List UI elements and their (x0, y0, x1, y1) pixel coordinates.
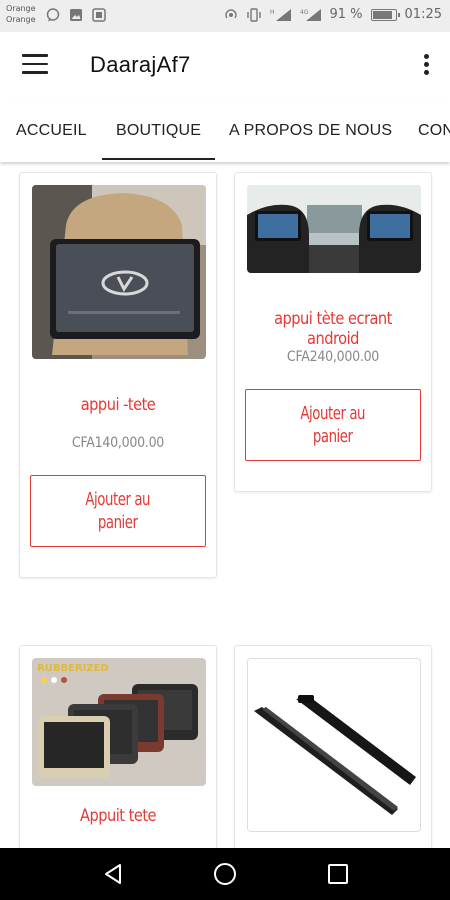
system-nav-bar (0, 848, 450, 900)
product-name[interactable]: Appuit tete (34, 806, 203, 826)
recents-square-icon[interactable] (326, 862, 350, 886)
status-bar: Orange Orange H 4G 91 % 01:25 (0, 0, 450, 32)
product-image-headrest[interactable] (32, 185, 206, 359)
add-to-cart-button[interactable]: Ajouter au panier (245, 389, 421, 461)
signal-icon: 4G (300, 8, 321, 21)
signal-icon: H (270, 8, 291, 21)
svg-text:4G: 4G (300, 9, 309, 16)
product-grid: appui -tete CFA140,000.00 Ajouter au pani… (0, 162, 450, 848)
product-price: CFA140,000.00 (71, 435, 165, 451)
add-to-cart-label-line2: panier (98, 512, 138, 533)
product-card[interactable] (234, 645, 432, 848)
hamburger-menu-icon[interactable] (22, 54, 48, 76)
tab-boutique[interactable]: BOUTIQUE (101, 100, 216, 162)
tab-a-propos[interactable]: A PROPOS DE NOUS (229, 100, 392, 162)
battery-percent: 91 % (329, 7, 363, 22)
hotspot-icon (224, 8, 237, 18)
product-card[interactable]: appui tète ecrant android CFA240,000.00 … (234, 172, 432, 492)
clock: 01:25 (404, 7, 442, 22)
product-card[interactable]: appui -tete CFA140,000.00 Ajouter au pani… (19, 172, 217, 578)
add-to-cart-label-line1: Ajouter au (85, 489, 151, 510)
add-to-cart-label-line2: panier (313, 426, 353, 447)
product-card[interactable]: RUBBERIZED Appuit tete (19, 645, 217, 848)
more-vert-icon[interactable] (422, 54, 430, 78)
product-name[interactable]: appui tète ecrant android (249, 309, 418, 349)
carrier-label: Orange Orange (6, 3, 36, 25)
tab-contact[interactable]: CON (418, 100, 450, 162)
chat-bubble-icon (46, 8, 60, 22)
battery-icon (370, 8, 400, 21)
back-triangle-icon[interactable] (101, 862, 125, 886)
add-to-cart-label-line1: Ajouter au (300, 403, 366, 424)
svg-text:H: H (270, 9, 275, 16)
image-icon (70, 9, 82, 21)
tab-bar: ACCUEIL BOUTIQUE A PROPOS DE NOUS CON (0, 100, 450, 162)
product-name[interactable]: appui -tete (34, 395, 203, 415)
product-image-dual-headrest[interactable] (247, 185, 421, 273)
brand-text: RUBBERIZED (37, 663, 109, 674)
home-circle-icon[interactable] (213, 862, 237, 886)
app-bar: DaarajAf7 (0, 32, 450, 100)
screenshot-icon (92, 8, 106, 22)
app-title: DaarajAf7 (90, 52, 191, 77)
add-to-cart-button[interactable]: Ajouter au panier (30, 475, 206, 547)
product-price: CFA240,000.00 (286, 349, 380, 365)
product-image-headrest-monitors[interactable]: RUBBERIZED (32, 658, 206, 786)
vibrate-icon (246, 7, 261, 22)
product-image-wiper-arm[interactable] (247, 658, 421, 832)
tab-accueil[interactable]: ACCUEIL (16, 100, 87, 162)
carrier-line-1: Orange (6, 4, 36, 13)
carrier-line-2: Orange (6, 15, 36, 24)
